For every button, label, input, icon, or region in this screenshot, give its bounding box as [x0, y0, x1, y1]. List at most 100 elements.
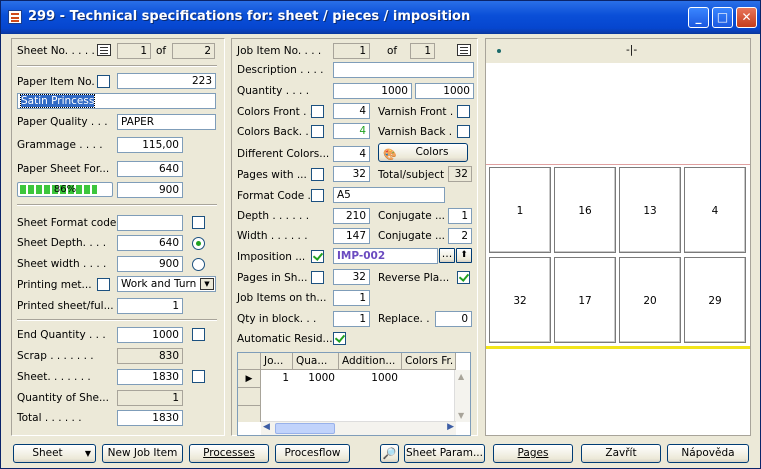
page-cell[interactable]: 32 — [489, 257, 551, 343]
close-button[interactable]: Zavřít — [581, 444, 661, 463]
end-qty-field[interactable]: 1000 — [117, 327, 183, 343]
total-field[interactable]: 1830 — [117, 410, 183, 426]
table-cell[interactable]: 1000 — [339, 370, 398, 388]
vertical-scrollbar[interactable]: ▲ ▼ — [454, 370, 470, 422]
varnish-back-checkbox[interactable] — [457, 125, 470, 138]
quantity-field-1[interactable]: 1000 — [333, 83, 412, 99]
pages-in-sheet-label: Pages in Sh... — [237, 272, 308, 284]
pages-in-sheet-checkbox[interactable] — [311, 271, 324, 284]
different-colors-field[interactable]: 4 — [333, 146, 370, 162]
colors-back-field[interactable]: 4 — [333, 123, 370, 139]
processes-button[interactable]: Processes — [189, 444, 269, 463]
horizontal-scrollbar[interactable]: ◀ ▶ — [261, 421, 456, 435]
paper-item-field[interactable]: 223 — [117, 73, 216, 89]
page-cell[interactable]: 17 — [554, 257, 616, 343]
row-selector[interactable] — [238, 406, 261, 422]
page-cell[interactable]: 29 — [684, 257, 746, 343]
varnish-front-checkbox[interactable] — [457, 105, 470, 118]
search-icon[interactable]: 🔎 — [380, 444, 399, 463]
format-code-checkbox[interactable] — [311, 189, 324, 202]
grid-header[interactable]: Qua... — [293, 353, 339, 370]
printing-method-checkbox[interactable] — [97, 278, 110, 291]
row-selector[interactable] — [238, 388, 261, 406]
close-window-button[interactable]: ✕ — [736, 7, 757, 28]
pages-button[interactable]: Pages — [493, 444, 573, 463]
sheet-format-field[interactable] — [117, 215, 183, 231]
sheet-width-radio[interactable] — [192, 258, 205, 271]
grid-header[interactable]: Colors Fr. — [402, 353, 456, 370]
sheet-checkbox[interactable] — [192, 370, 205, 383]
chevron-down-icon[interactable]: ▼ — [200, 278, 214, 290]
sheet-width-field[interactable]: 900 — [117, 256, 183, 272]
scroll-right-icon[interactable]: ▶ — [447, 422, 454, 432]
list-icon[interactable] — [457, 44, 471, 56]
title-bar[interactable]: 299 - Technical specifications for: shee… — [1, 1, 760, 34]
scroll-left-icon[interactable]: ◀ — [263, 422, 270, 432]
colors-back-checkbox[interactable] — [311, 125, 324, 138]
table-cell[interactable] — [402, 370, 452, 388]
help-button[interactable]: Nápověda — [667, 444, 749, 463]
auto-residual-checkbox[interactable] — [333, 332, 346, 345]
conjugate-field-2[interactable]: 2 — [448, 228, 472, 244]
page-cell[interactable]: 16 — [554, 167, 616, 253]
table-cell[interactable]: 1 — [261, 370, 289, 388]
list-icon[interactable] — [97, 44, 111, 56]
depth-field[interactable]: 210 — [333, 208, 370, 224]
qty-block-field[interactable]: 1 — [333, 311, 370, 327]
pages-with-field[interactable]: 32 — [333, 166, 370, 182]
page-cell[interactable]: 13 — [619, 167, 681, 253]
scroll-up-icon[interactable]: ▲ — [458, 372, 464, 381]
page-cell[interactable]: 1 — [489, 167, 551, 253]
width-field[interactable]: 147 — [333, 228, 370, 244]
row-selector-icon[interactable]: ▶ — [238, 370, 261, 388]
minimize-button[interactable]: _ — [688, 7, 709, 28]
end-qty-checkbox[interactable] — [192, 328, 205, 341]
quantity-field-2[interactable]: 1000 — [415, 83, 474, 99]
colors-front-field[interactable]: 4 — [333, 103, 370, 119]
printed-sheet-field[interactable]: 1 — [117, 298, 183, 314]
ellipsis-button[interactable]: … — [439, 248, 455, 263]
grid-header[interactable]: Jo... — [261, 353, 293, 370]
lookup-arrow-icon[interactable]: ⬆ — [456, 248, 472, 263]
imposition-field[interactable]: IMP-002 — [333, 248, 438, 264]
paper-item-label: Paper Item No. — [17, 76, 95, 88]
paper-name-field[interactable]: Satin Princess — [17, 93, 216, 109]
table-cell[interactable]: 1000 — [293, 370, 335, 388]
sheet-field[interactable]: 1830 — [117, 369, 183, 385]
description-field[interactable] — [333, 62, 474, 78]
procesflow-button[interactable]: Procesflow — [275, 444, 350, 463]
reverse-plate-checkbox[interactable] — [457, 271, 470, 284]
grid-header[interactable]: Addition... — [339, 353, 402, 370]
colors-front-checkbox[interactable] — [311, 105, 324, 118]
sheet-param-button[interactable]: Sheet Param... — [404, 444, 485, 463]
sheet-menu-button[interactable]: Sheet ▼ — [13, 444, 96, 463]
pages-with-label: Pages with ... — [237, 169, 307, 181]
pages-with-checkbox[interactable] — [311, 168, 324, 181]
printing-method-select[interactable]: Work and Turn ▼ — [117, 276, 216, 292]
imposition-preview[interactable]: -|- 1 16 13 4 32 17 20 29 — [485, 38, 751, 436]
paper-item-checkbox[interactable] — [97, 75, 110, 88]
sheet-total-field: 2 — [172, 43, 215, 59]
conjugate-field-1[interactable]: 1 — [448, 208, 472, 224]
page-cell[interactable]: 20 — [619, 257, 681, 343]
job-items-grid[interactable]: Jo... Qua... Addition... Colors Fr. ▶ 1 … — [237, 352, 471, 436]
scroll-thumb[interactable] — [275, 423, 335, 434]
colors-button[interactable]: 🎨 Colors — [378, 143, 468, 162]
sheet-depth-field[interactable]: 640 — [117, 235, 183, 251]
job-items-field[interactable]: 1 — [333, 290, 370, 306]
qty-sheet-label: Quantity of She... — [17, 392, 109, 404]
format-code-field[interactable]: A5 — [333, 187, 445, 203]
grammage-field[interactable]: 115,00 — [117, 137, 183, 153]
sheet-depth-radio[interactable] — [192, 237, 205, 250]
imposition-checkbox[interactable] — [311, 250, 324, 263]
paper-sheet-depth-field[interactable]: 640 — [117, 161, 183, 177]
replace-field[interactable]: 0 — [435, 311, 472, 327]
page-cell[interactable]: 4 — [684, 167, 746, 253]
paper-quality-field[interactable]: PAPER — [117, 114, 216, 130]
sheet-format-checkbox[interactable] — [192, 216, 205, 229]
paper-sheet-width-field[interactable]: 900 — [117, 182, 183, 198]
maximize-button[interactable]: □ — [712, 7, 733, 28]
new-job-item-button[interactable]: New Job Item — [102, 444, 183, 463]
scroll-down-icon[interactable]: ▼ — [458, 411, 464, 420]
pages-in-sheet-field[interactable]: 32 — [333, 269, 370, 285]
